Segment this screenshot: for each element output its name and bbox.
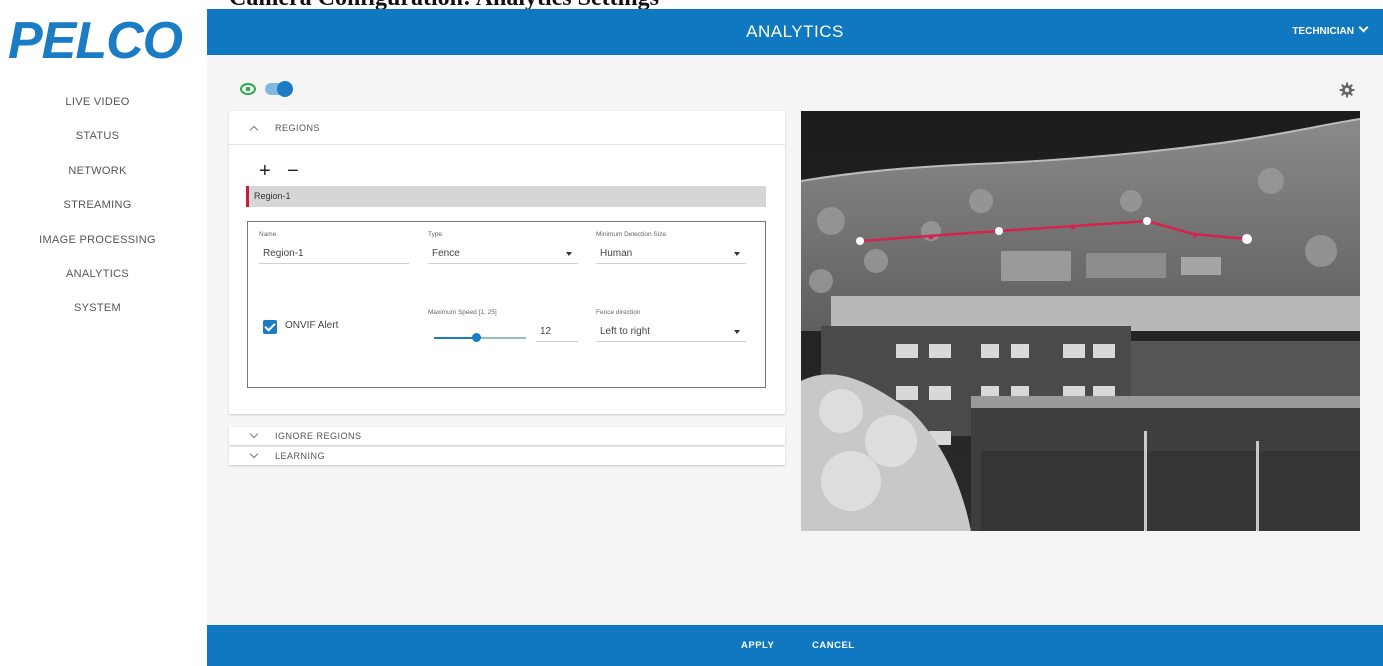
visibility-toggle[interactable] bbox=[265, 81, 293, 97]
learning-title: LEARNING bbox=[275, 451, 326, 461]
toggle-knob bbox=[277, 81, 293, 97]
max-speed-label: Maximum Speed [1, 25] bbox=[428, 309, 497, 316]
pelco-logo: PELCO bbox=[8, 14, 184, 66]
onvif-alert-label: ONVIF Alert bbox=[285, 320, 339, 331]
name-field[interactable]: Region-1 bbox=[259, 244, 409, 264]
name-label: Name bbox=[259, 231, 277, 238]
dropdown-arrow-icon bbox=[566, 252, 572, 256]
eye-icon bbox=[240, 83, 256, 95]
sidebar-item-analytics[interactable]: ANALYTICS bbox=[0, 262, 195, 296]
chevron-down-icon bbox=[249, 429, 259, 439]
learning-header[interactable]: LEARNING bbox=[229, 447, 785, 465]
chevron-down-icon bbox=[1358, 22, 1369, 33]
type-label: Type bbox=[428, 231, 443, 238]
dropdown-arrow-icon bbox=[734, 252, 740, 256]
region-form: Name Region-1 Type Fence Minimum Detecti… bbox=[247, 221, 766, 388]
user-menu[interactable]: TECHNICIAN bbox=[1292, 9, 1369, 55]
user-name: TECHNICIAN bbox=[1292, 26, 1354, 37]
add-region-button[interactable]: + bbox=[259, 161, 271, 181]
ignore-regions-title: IGNORE REGIONS bbox=[275, 431, 362, 441]
sidebar-item-network[interactable]: NETWORK bbox=[0, 159, 195, 193]
chevron-up-icon bbox=[249, 125, 259, 134]
fence-direction-select[interactable]: Left to right bbox=[596, 322, 746, 342]
thermal-image bbox=[801, 111, 1360, 531]
onvif-alert-checkbox[interactable] bbox=[263, 320, 277, 334]
page-title: ANALYTICS bbox=[746, 22, 844, 41]
min-size-select[interactable]: Human bbox=[596, 244, 746, 264]
learning-panel: LEARNING bbox=[229, 447, 785, 465]
max-speed-slider[interactable] bbox=[434, 333, 526, 342]
regions-panel: REGIONS + − Region-1 Name Region-1 Type … bbox=[229, 111, 785, 414]
type-value: Fence bbox=[432, 248, 460, 259]
remove-region-button[interactable]: − bbox=[287, 161, 299, 181]
chevron-down-icon bbox=[249, 449, 259, 459]
gear-icon[interactable] bbox=[1339, 82, 1355, 98]
footer-bar: APPLY CANCEL bbox=[207, 625, 1383, 666]
sidebar-item-status[interactable]: STATUS bbox=[0, 124, 195, 158]
max-speed-value: 12 bbox=[540, 326, 552, 337]
min-size-value: Human bbox=[600, 248, 633, 259]
page-caption: Camera Configuration: Analytics Settings bbox=[207, 0, 1383, 9]
name-value: Region-1 bbox=[263, 248, 304, 259]
fence-direction-label: Fence direction bbox=[596, 309, 641, 316]
ignore-regions-panel: IGNORE REGIONS bbox=[229, 427, 785, 445]
sidebar-item-image-processing[interactable]: IMAGE PROCESSING bbox=[0, 228, 195, 262]
sidebar-item-system[interactable]: SYSTEM bbox=[0, 296, 195, 330]
sidebar-item-streaming[interactable]: STREAMING bbox=[0, 193, 195, 227]
sidebar-item-live-video[interactable]: LIVE VIDEO bbox=[0, 90, 195, 124]
thermal-camera-view[interactable] bbox=[801, 111, 1360, 531]
sidebar: PELCO LIVE VIDEO STATUS NETWORK STREAMIN… bbox=[0, 0, 207, 666]
max-speed-input[interactable]: 12 bbox=[536, 322, 578, 342]
type-select[interactable]: Fence bbox=[428, 244, 578, 264]
fence-direction-value: Left to right bbox=[600, 326, 651, 337]
slider-fill bbox=[434, 337, 477, 339]
sidebar-nav: LIVE VIDEO STATUS NETWORK STREAMING IMAG… bbox=[0, 90, 195, 331]
slider-thumb[interactable] bbox=[472, 333, 482, 342]
dropdown-arrow-icon bbox=[734, 330, 740, 334]
regions-title: REGIONS bbox=[275, 122, 321, 133]
logo-text: PELCO bbox=[8, 14, 183, 66]
header-bar: ANALYTICS TECHNICIAN bbox=[207, 9, 1383, 55]
apply-button[interactable]: APPLY bbox=[741, 625, 774, 666]
region-list-item[interactable]: Region-1 bbox=[246, 186, 766, 207]
min-size-label: Minimum Detection Size bbox=[596, 231, 667, 238]
cancel-button[interactable]: CANCEL bbox=[812, 625, 855, 666]
ignore-regions-header[interactable]: IGNORE REGIONS bbox=[229, 427, 785, 445]
main-content: REGIONS + − Region-1 Name Region-1 Type … bbox=[207, 55, 1383, 625]
regions-panel-header[interactable]: REGIONS bbox=[229, 111, 785, 145]
